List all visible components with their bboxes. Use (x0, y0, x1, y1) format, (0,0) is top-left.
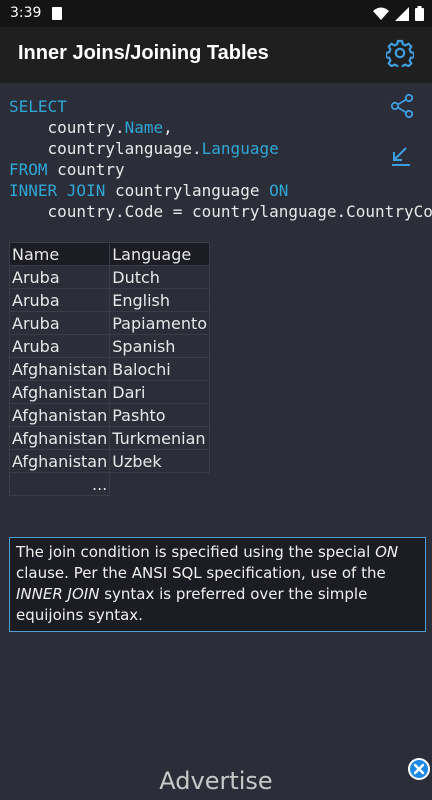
cell-name: Aruba (8, 334, 111, 358)
battery-icon (415, 6, 424, 21)
sql-field-language: Language (201, 139, 279, 158)
cell-name: Afghanistan (8, 449, 111, 473)
sql-query: SELECT country.Name, countrylanguage.Lan… (9, 96, 432, 222)
cell-language: Dari (109, 380, 211, 404)
table-row: Aruba Papiamento (8, 311, 211, 335)
cell-name: Afghanistan (8, 426, 111, 450)
sql-text: countrylanguage (105, 181, 270, 200)
page-title: Inner Joins/Joining Tables (18, 42, 269, 64)
empty-cell (110, 473, 210, 496)
column-header-language: Language (109, 242, 211, 266)
table-row: Aruba English (8, 288, 211, 312)
note-emphasis-on: ON (375, 543, 399, 561)
note-emphasis-inner-join: INNER JOIN (16, 585, 100, 603)
table-header-row: Name Language (8, 242, 211, 266)
sql-text: country (47, 160, 125, 179)
status-time: 3:39 (10, 5, 42, 21)
sql-keyword-on: ON (269, 181, 289, 200)
explanation-note: The join condition is specified using th… (9, 537, 426, 632)
result-table: Name Language Aruba Dutch Aruba English Ar… (8, 242, 211, 496)
app-bar: Inner Joins/Joining Tables (0, 27, 432, 83)
cell-name: Afghanistan (8, 403, 111, 427)
table-row: Afghanistan Turkmenian (8, 426, 211, 450)
cell-language: Balochi (109, 357, 211, 381)
cell-language: English (109, 288, 211, 312)
expand-result-icon[interactable] (390, 145, 412, 167)
sim-card-icon (52, 7, 62, 20)
cell-language: Spanish (109, 334, 211, 358)
sql-field-name: Name (124, 118, 164, 137)
table-row: Aruba Spanish (8, 334, 211, 358)
table-row: Afghanistan Balochi (8, 357, 211, 381)
cell-name: Afghanistan (8, 380, 111, 404)
sql-keyword-inner-join: INNER JOIN (9, 181, 106, 200)
cell-name: Aruba (8, 288, 111, 312)
cell-language: Dutch (109, 265, 211, 289)
cell-language: Turkmenian (109, 426, 211, 450)
advertise-banner[interactable]: Advertise (0, 767, 432, 795)
signal-icon (395, 6, 409, 21)
sql-keyword-from: FROM (9, 160, 48, 179)
sql-keyword-select: SELECT (9, 97, 67, 116)
note-text: The join condition is specified using th… (16, 543, 376, 561)
cell-language: Pashto (109, 403, 211, 427)
table-row: Afghanistan Pashto (8, 403, 211, 427)
cell-name: Afghanistan (8, 357, 111, 381)
note-text: clause. Per the ANSI SQL specification, … (16, 564, 386, 582)
more-rows-ellipsis: ... (8, 472, 111, 496)
share-icon[interactable] (389, 93, 415, 119)
cell-language: Uzbek (109, 449, 211, 473)
cell-name: Aruba (8, 311, 111, 335)
sql-text: , (163, 118, 173, 137)
status-bar: 3:39 (0, 0, 432, 27)
sql-text: countrylanguage. (9, 139, 202, 158)
settings-gear-icon[interactable] (386, 39, 414, 67)
status-icons (373, 6, 424, 21)
sql-text: country.Code = countrylanguage.CountryCo… (9, 202, 432, 221)
table-row: Afghanistan Uzbek (8, 449, 211, 473)
column-header-name: Name (8, 242, 111, 266)
wifi-icon (373, 7, 389, 20)
cell-language: Papiamento (109, 311, 211, 335)
table-row: Aruba Dutch (8, 265, 211, 289)
table-row: Afghanistan Dari (8, 380, 211, 404)
cell-name: Aruba (8, 265, 111, 289)
table-more-row: ... (8, 472, 210, 496)
sql-text: country. (9, 118, 125, 137)
close-ad-icon[interactable] (407, 757, 431, 781)
